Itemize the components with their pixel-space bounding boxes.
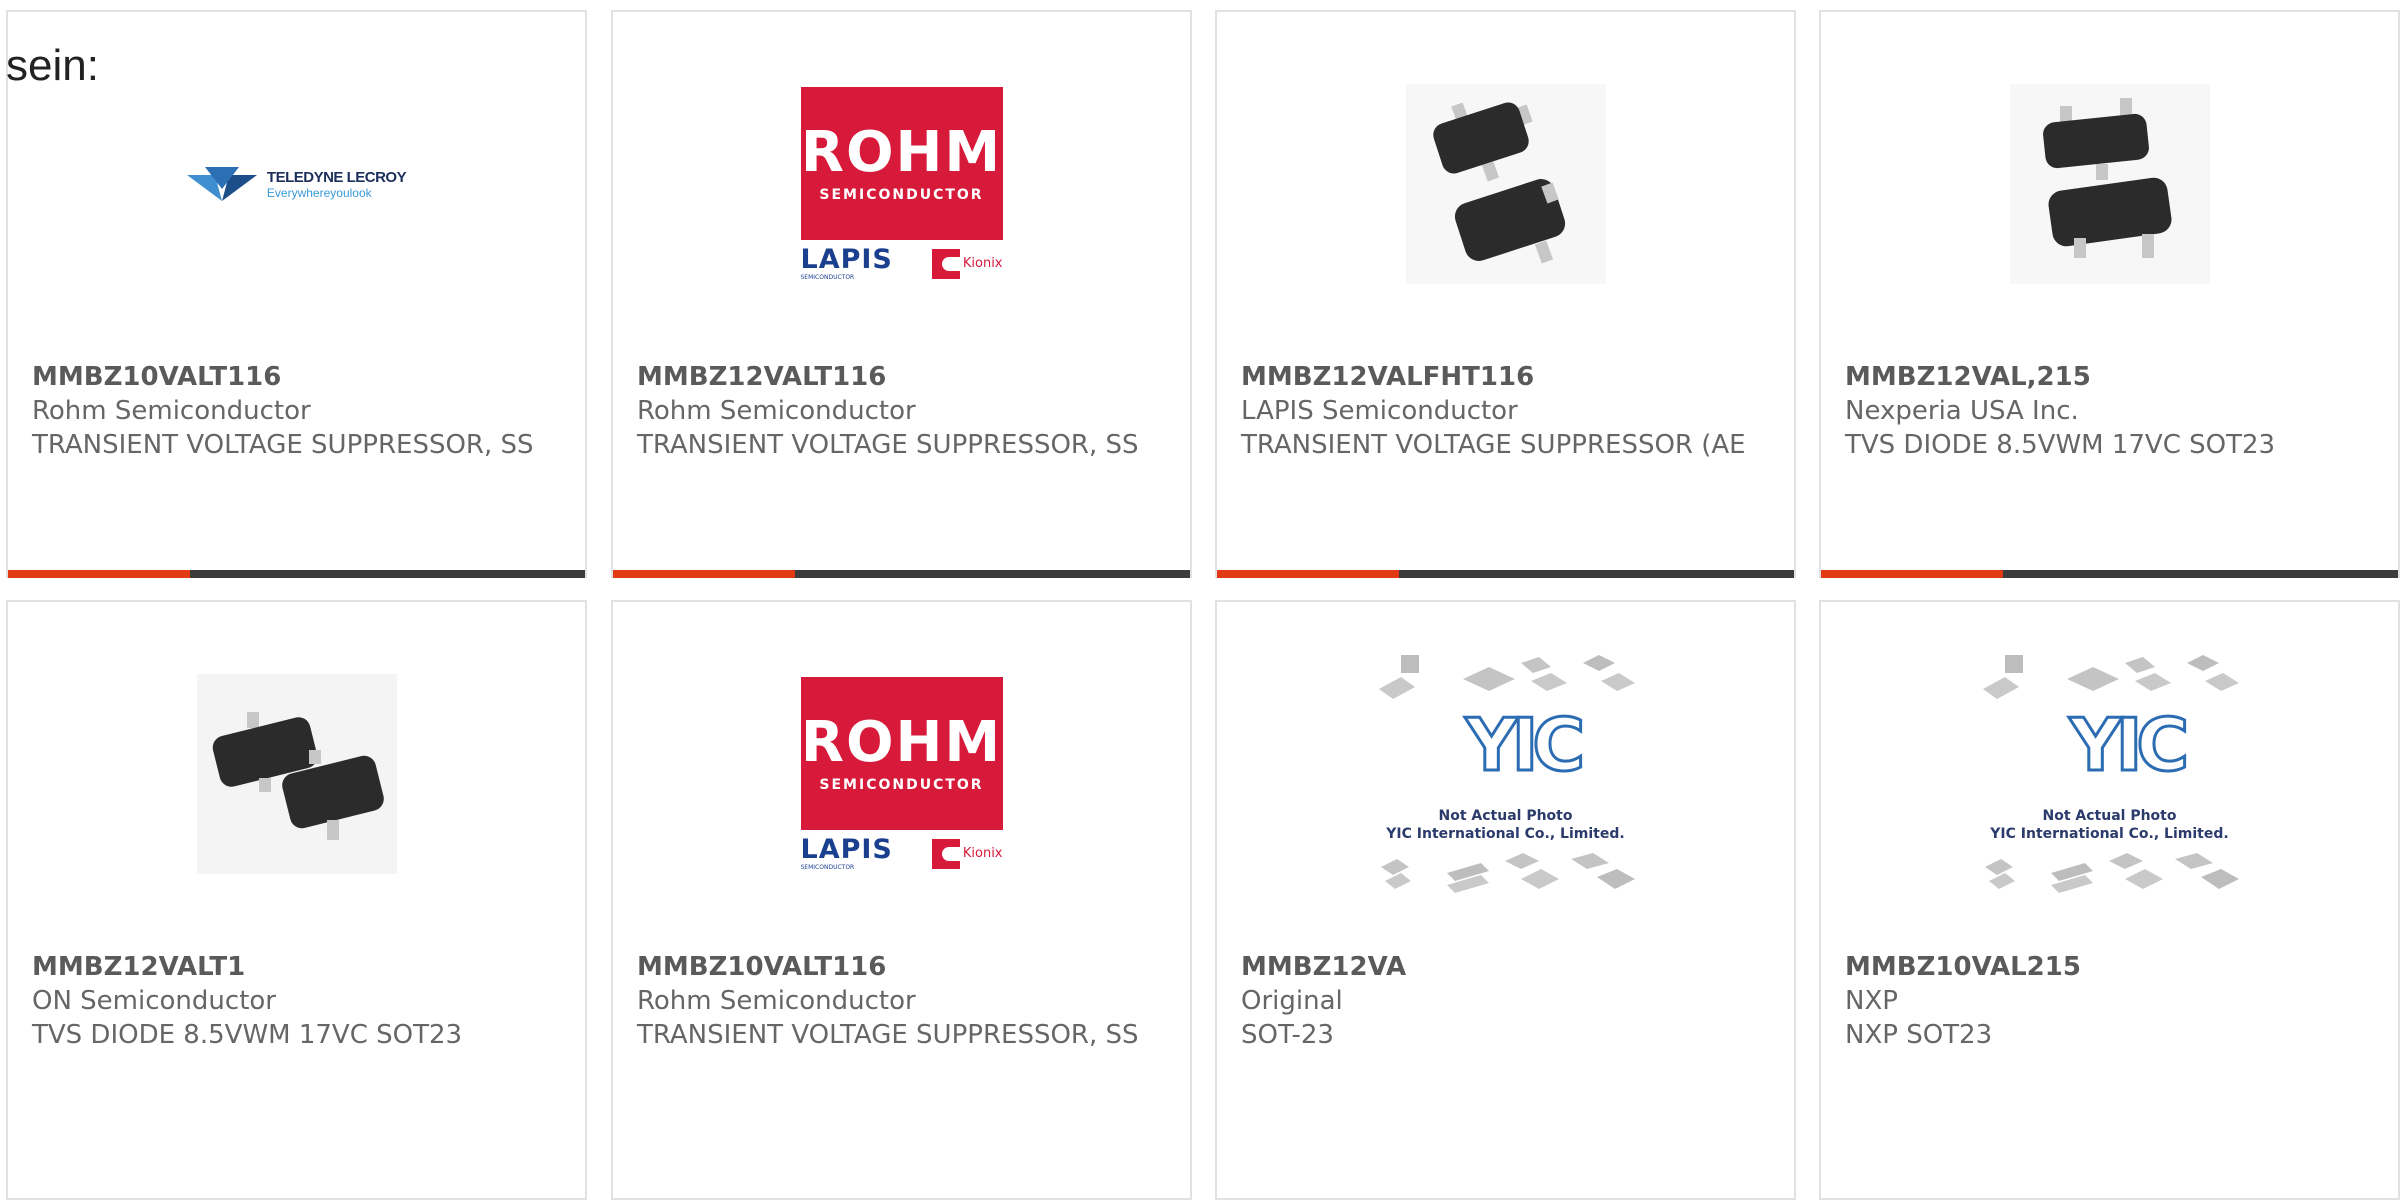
product-image	[1217, 74, 1794, 294]
yic-note-line-1: Not Actual Photo	[2042, 808, 2177, 824]
card-accent	[1821, 570, 2003, 578]
description: TVS DIODE 8.5VWM 17VC SOT23	[1845, 430, 2276, 460]
product-image: YIC Not Actual Photo YIC International C…	[1821, 655, 2398, 893]
product-card[interactable]: MMBZ12VALT1 ON Semiconductor TVS DIODE 8…	[6, 600, 587, 1200]
manufacturer: Nexperia USA Inc.	[1845, 396, 2079, 426]
description: NXP SOT23	[1845, 1020, 1993, 1050]
page-heading: sein:	[6, 41, 99, 90]
card-bottom-bar	[613, 570, 1190, 578]
lapis-name: LAPIS	[800, 244, 893, 275]
yic-note: Not Actual Photo YIC International Co., …	[1371, 807, 1641, 843]
manufacturer: Rohm Semiconductor	[637, 396, 916, 426]
yic-placeholder-image: YIC Not Actual Photo YIC International C…	[1371, 649, 1641, 899]
card-accent	[1217, 570, 1399, 578]
chip-packages-icon	[1984, 853, 2239, 893]
lapis-name: LAPIS	[800, 834, 893, 865]
description: TRANSIENT VOLTAGE SUPPRESSOR (AE	[1241, 430, 1746, 460]
kionix-name: Kionix	[962, 846, 1003, 861]
card-accent	[8, 570, 190, 578]
description: TRANSIENT VOLTAGE SUPPRESSOR, SS	[637, 1020, 1139, 1050]
part-number[interactable]: MMBZ12VALT116	[637, 360, 1170, 394]
rohm-logo: ROHM SEMICONDUCTOR LAPIS SEMICONDUCTOR K…	[800, 677, 1003, 871]
part-number[interactable]: MMBZ10VALT116	[32, 360, 565, 394]
product-card[interactable]: MMBZ12VAL,215 Nexperia USA Inc. TVS DIOD…	[1819, 10, 2400, 578]
yic-note: Not Actual Photo YIC International Co., …	[1975, 807, 2245, 843]
manufacturer: LAPIS Semiconductor	[1241, 396, 1518, 426]
rohm-name: ROHM	[800, 709, 1003, 775]
lapis-sub: SEMICONDUCTOR	[800, 864, 855, 871]
product-card[interactable]: YIC Not Actual Photo YIC International C…	[1215, 600, 1796, 1200]
chip-packages-icon	[1378, 655, 1635, 699]
chip-packages-icon	[1982, 655, 2239, 699]
card-accent	[613, 570, 795, 578]
card-bottom-bar	[8, 570, 585, 578]
product-card[interactable]: YIC Not Actual Photo YIC International C…	[1819, 600, 2400, 1200]
yic-logo: YIC	[2068, 703, 2191, 787]
sot23-package-icon	[1405, 84, 1606, 284]
product-image: ROHM SEMICONDUCTOR LAPIS SEMICONDUCTOR K…	[613, 664, 1190, 884]
product-card[interactable]: ROHM SEMICONDUCTOR LAPIS SEMICONDUCTOR K…	[611, 10, 1192, 578]
teledyne-tagline: Everywhereyoulook	[266, 185, 372, 200]
product-card[interactable]: MMBZ12VALFHT116 LAPIS Semiconductor TRAN…	[1215, 10, 1796, 578]
yic-note-line-2: YIC International Co., Limited.	[1386, 826, 1625, 842]
part-number[interactable]: MMBZ10VAL215	[1845, 950, 2378, 984]
manufacturer: NXP	[1845, 986, 1898, 1016]
teledyne-star-icon	[186, 167, 257, 201]
teledyne-brand: TELEDYNE LECROY	[266, 168, 407, 186]
card-bottom-bar	[1821, 570, 2398, 578]
rohm-logo: ROHM SEMICONDUCTOR LAPIS SEMICONDUCTOR K…	[800, 87, 1003, 281]
product-image	[8, 664, 585, 884]
sot23-package-icon	[2009, 84, 2210, 284]
manufacturer: Original	[1241, 986, 1343, 1016]
rohm-sub: SEMICONDUCTOR	[819, 186, 984, 203]
manufacturer: Rohm Semiconductor	[637, 986, 916, 1016]
yic-note-line-1: Not Actual Photo	[1438, 808, 1573, 824]
manufacturer: ON Semiconductor	[32, 986, 276, 1016]
part-number[interactable]: MMBZ10VALT116	[637, 950, 1170, 984]
product-card[interactable]: ROHM SEMICONDUCTOR LAPIS SEMICONDUCTOR K…	[611, 600, 1192, 1200]
part-number[interactable]: MMBZ12VAL,215	[1845, 360, 2378, 394]
kionix-icon	[931, 838, 960, 869]
yic-note-line-2: YIC International Co., Limited.	[1990, 826, 2229, 842]
part-number[interactable]: MMBZ12VALT1	[32, 950, 565, 984]
rohm-sub: SEMICONDUCTOR	[819, 776, 984, 793]
part-number[interactable]: MMBZ12VALFHT116	[1241, 360, 1774, 394]
yic-logo: YIC	[1464, 703, 1587, 787]
lapis-sub: SEMICONDUCTOR	[800, 274, 855, 281]
product-image: TELEDYNE LECROY Everywhereyoulook	[8, 74, 585, 294]
description: TRANSIENT VOLTAGE SUPPRESSOR, SS	[32, 430, 534, 460]
yic-placeholder-image: YIC Not Actual Photo YIC International C…	[1975, 649, 2245, 899]
sot23-package-icon	[196, 674, 397, 874]
manufacturer: Rohm Semiconductor	[32, 396, 311, 426]
description: SOT-23	[1241, 1020, 1334, 1050]
description: TVS DIODE 8.5VWM 17VC SOT23	[32, 1020, 463, 1050]
card-bottom-bar	[1217, 570, 1794, 578]
chip-packages-icon	[1380, 853, 1635, 893]
product-image: YIC Not Actual Photo YIC International C…	[1217, 655, 1794, 893]
product-image	[1821, 74, 2398, 294]
part-number[interactable]: MMBZ12VA	[1241, 950, 1774, 984]
product-image: ROHM SEMICONDUCTOR LAPIS SEMICONDUCTOR K…	[613, 74, 1190, 294]
description: TRANSIENT VOLTAGE SUPPRESSOR, SS	[637, 430, 1139, 460]
kionix-name: Kionix	[962, 256, 1003, 271]
teledyne-lecroy-logo: TELEDYNE LECROY Everywhereyoulook	[186, 167, 407, 201]
kionix-icon	[931, 248, 960, 279]
rohm-name: ROHM	[800, 119, 1003, 185]
